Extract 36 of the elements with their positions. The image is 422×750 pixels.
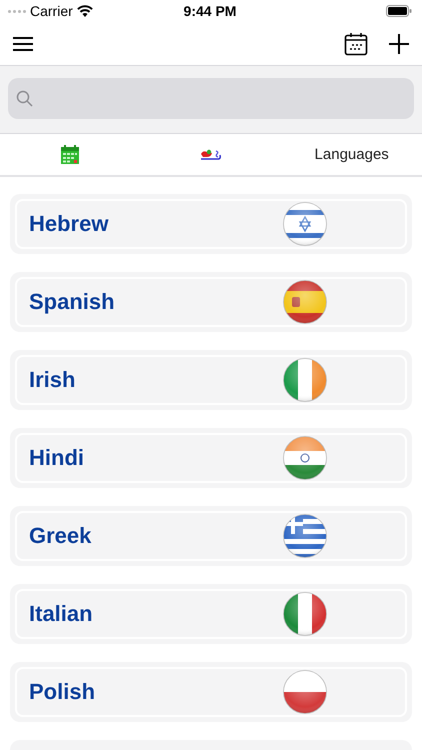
calendar-icon [344, 32, 368, 56]
flag-icon [283, 280, 327, 324]
search-field[interactable] [8, 78, 414, 119]
menu-icon [12, 36, 34, 52]
flag-icon [283, 358, 327, 402]
language-name: Greek [29, 523, 92, 549]
language-card[interactable]: Greek [10, 506, 412, 566]
language-name: Polish [29, 679, 96, 705]
language-card[interactable]: Spanish [10, 272, 412, 332]
flag-icon [283, 202, 327, 246]
calendar-icon [61, 145, 80, 164]
language-name: Hindi [29, 445, 85, 471]
language-name: Italian [29, 601, 94, 627]
wifi-icon [76, 5, 93, 17]
signal-icon [8, 10, 26, 12]
menu-button[interactable] [12, 36, 34, 52]
sleigh-icon [200, 148, 222, 162]
battery-icon [386, 5, 412, 17]
language-name: Hebrew [29, 211, 110, 237]
language-name: Spanish [29, 289, 116, 315]
search-icon [16, 90, 34, 108]
language-card[interactable]: Irish [10, 350, 412, 410]
flag-icon [283, 436, 327, 480]
language-name: Irish [29, 367, 76, 393]
calendar-button[interactable] [344, 32, 368, 56]
language-card[interactable]: Polish [10, 662, 412, 722]
flag-icon [283, 592, 327, 636]
language-card[interactable]: Hindi [10, 428, 412, 488]
add-button[interactable] [388, 32, 410, 54]
flag-icon [283, 514, 327, 558]
carrier-name: Carrier [30, 3, 73, 19]
flag-icon [283, 670, 327, 714]
plus-icon [388, 32, 410, 54]
language-card[interactable]: Italian [10, 584, 412, 644]
language-card[interactable]: Hebrew [10, 194, 412, 254]
clock-time: 9:44 PM [182, 3, 238, 19]
